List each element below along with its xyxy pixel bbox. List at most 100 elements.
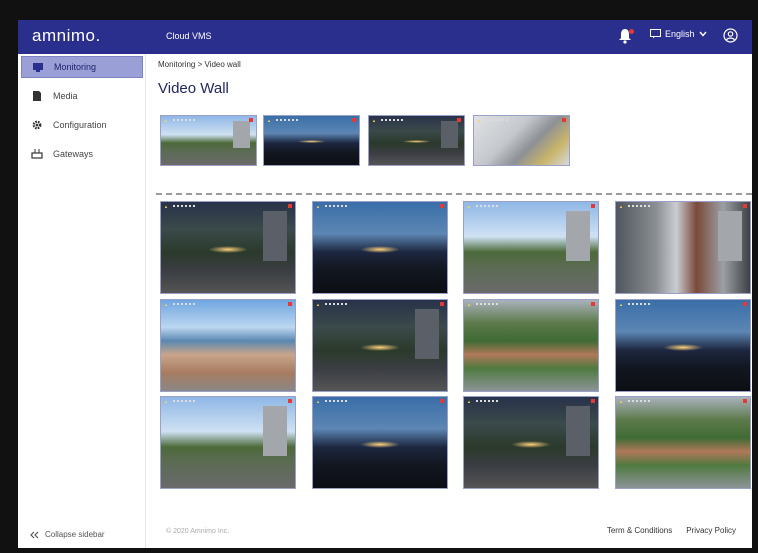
double-chevron-left-icon <box>30 531 39 538</box>
user-menu-button[interactable] <box>723 28 738 43</box>
video-wall-tile[interactable]: ▲ <box>615 201 751 294</box>
sidebar-item-label: Configuration <box>53 120 107 130</box>
video-wall-tile[interactable]: ▲ <box>463 201 599 294</box>
camera-timestamp-overlay <box>325 205 349 207</box>
city-lights <box>207 245 249 253</box>
camera-timestamp-overlay <box>628 400 652 402</box>
page-title: Video Wall <box>158 80 229 97</box>
city-lights <box>297 139 326 144</box>
top-bar: amnimo. Cloud VMS English <box>18 20 752 54</box>
camera-status-icon: ▲ <box>467 204 471 209</box>
camera-status-icon: ▲ <box>316 204 320 209</box>
logo-text: amnimo. <box>32 26 101 45</box>
building-shape <box>262 406 287 457</box>
language-selector[interactable]: English <box>650 29 707 39</box>
video-wall-tile[interactable]: ▲ <box>463 396 599 489</box>
building-shape <box>262 211 287 262</box>
video-wall-tile[interactable]: ▲ <box>312 299 448 392</box>
camera-timestamp-overlay <box>173 119 197 121</box>
camera-timestamp-overlay <box>173 205 197 207</box>
camera-timestamp-overlay <box>628 205 652 207</box>
camera-status-icon: ▲ <box>619 302 623 307</box>
brand-logo[interactable]: amnimo. <box>32 26 101 46</box>
sidebar-item-label: Gateways <box>53 149 94 159</box>
camera-feed-image <box>474 116 569 165</box>
building-shape <box>565 211 590 262</box>
recording-indicator <box>562 118 566 122</box>
camera-timestamp-overlay <box>325 400 349 402</box>
video-wall-tile[interactable]: ▲ <box>615 299 751 392</box>
sidebar-item-gateways[interactable]: Gateways <box>21 143 143 165</box>
sidebar-item-label: Media <box>53 91 78 101</box>
recording-indicator <box>591 302 595 306</box>
video-wall-tile[interactable]: ▲ <box>312 396 448 489</box>
media-icon <box>33 91 41 101</box>
camera-timestamp-overlay <box>476 303 500 305</box>
video-wall-tile[interactable]: ▲ <box>160 299 296 392</box>
camera-timestamp-overlay <box>381 119 405 121</box>
camera-timestamp-overlay <box>476 400 500 402</box>
city-lights <box>510 440 552 448</box>
camera-status-icon: ▲ <box>164 204 168 209</box>
video-wall-tile[interactable]: ▲ <box>160 201 296 294</box>
camera-status-icon: ▲ <box>316 399 320 404</box>
sidebar-item-monitoring[interactable]: Monitoring <box>21 56 143 78</box>
recording-indicator <box>352 118 356 122</box>
city-lights <box>359 245 401 253</box>
city-lights <box>359 343 401 351</box>
gear-icon <box>32 120 42 130</box>
notification-dot <box>629 29 634 34</box>
language-icon <box>650 29 661 39</box>
sidebar-item-configuration[interactable]: Configuration <box>21 114 143 136</box>
sidebar-item-label: Monitoring <box>54 62 97 72</box>
strip-camera-thumbnail[interactable]: ▲ <box>473 115 570 166</box>
camera-feed-image <box>464 300 598 391</box>
collapse-sidebar-label: Collapse sidebar <box>45 530 105 539</box>
city-lights <box>662 343 704 351</box>
language-label: English <box>665 29 695 39</box>
camera-timestamp-overlay <box>173 303 197 305</box>
camera-timestamp-overlay <box>476 205 500 207</box>
footer-links: Term & Conditions Privacy Policy <box>607 526 736 535</box>
camera-status-icon: ▲ <box>267 118 271 123</box>
recording-indicator <box>743 204 747 208</box>
copyright: © 2020 Amnimo Inc. <box>166 528 230 535</box>
recording-indicator <box>288 302 292 306</box>
strip-divider <box>156 193 752 195</box>
breadcrumb[interactable]: Monitoring > Video wall <box>158 60 241 69</box>
strip-camera-thumbnail[interactable]: ▲ <box>160 115 257 166</box>
building-shape <box>233 120 251 148</box>
camera-timestamp-overlay <box>325 303 349 305</box>
camera-status-icon: ▲ <box>619 399 623 404</box>
camera-timestamp-overlay <box>173 400 197 402</box>
app-window: amnimo. Cloud VMS English Monitoring Med… <box>18 20 752 548</box>
terms-link[interactable]: Term & Conditions <box>607 526 672 535</box>
camera-timestamp-overlay <box>628 303 652 305</box>
video-wall-tile[interactable]: ▲ <box>463 299 599 392</box>
camera-status-icon: ▲ <box>477 118 481 123</box>
camera-status-icon: ▲ <box>164 302 168 307</box>
strip-camera-thumbnail[interactable]: ▲ <box>368 115 465 166</box>
camera-status-icon: ▲ <box>164 399 168 404</box>
recording-indicator <box>440 302 444 306</box>
city-lights <box>359 440 401 448</box>
video-wall-tile[interactable]: ▲ <box>160 396 296 489</box>
video-wall-tile[interactable]: ▲ <box>312 201 448 294</box>
strip-camera-thumbnail[interactable]: ▲ <box>263 115 360 166</box>
app-name: Cloud VMS <box>166 31 212 41</box>
camera-status-icon: ▲ <box>164 118 168 123</box>
camera-feed-image <box>616 397 750 488</box>
user-icon <box>723 28 738 43</box>
privacy-link[interactable]: Privacy Policy <box>686 526 736 535</box>
building-shape <box>441 120 459 148</box>
camera-status-icon: ▲ <box>372 118 376 123</box>
sidebar: Monitoring Media Configuration Gateways … <box>18 54 146 548</box>
recording-indicator <box>249 118 253 122</box>
recording-indicator <box>440 204 444 208</box>
notification-button[interactable] <box>618 28 634 44</box>
video-wall-tile[interactable]: ▲ <box>615 396 751 489</box>
collapse-sidebar-button[interactable]: Collapse sidebar <box>30 530 105 539</box>
sidebar-item-media[interactable]: Media <box>21 85 143 107</box>
camera-status-icon: ▲ <box>467 302 471 307</box>
camera-status-icon: ▲ <box>467 399 471 404</box>
